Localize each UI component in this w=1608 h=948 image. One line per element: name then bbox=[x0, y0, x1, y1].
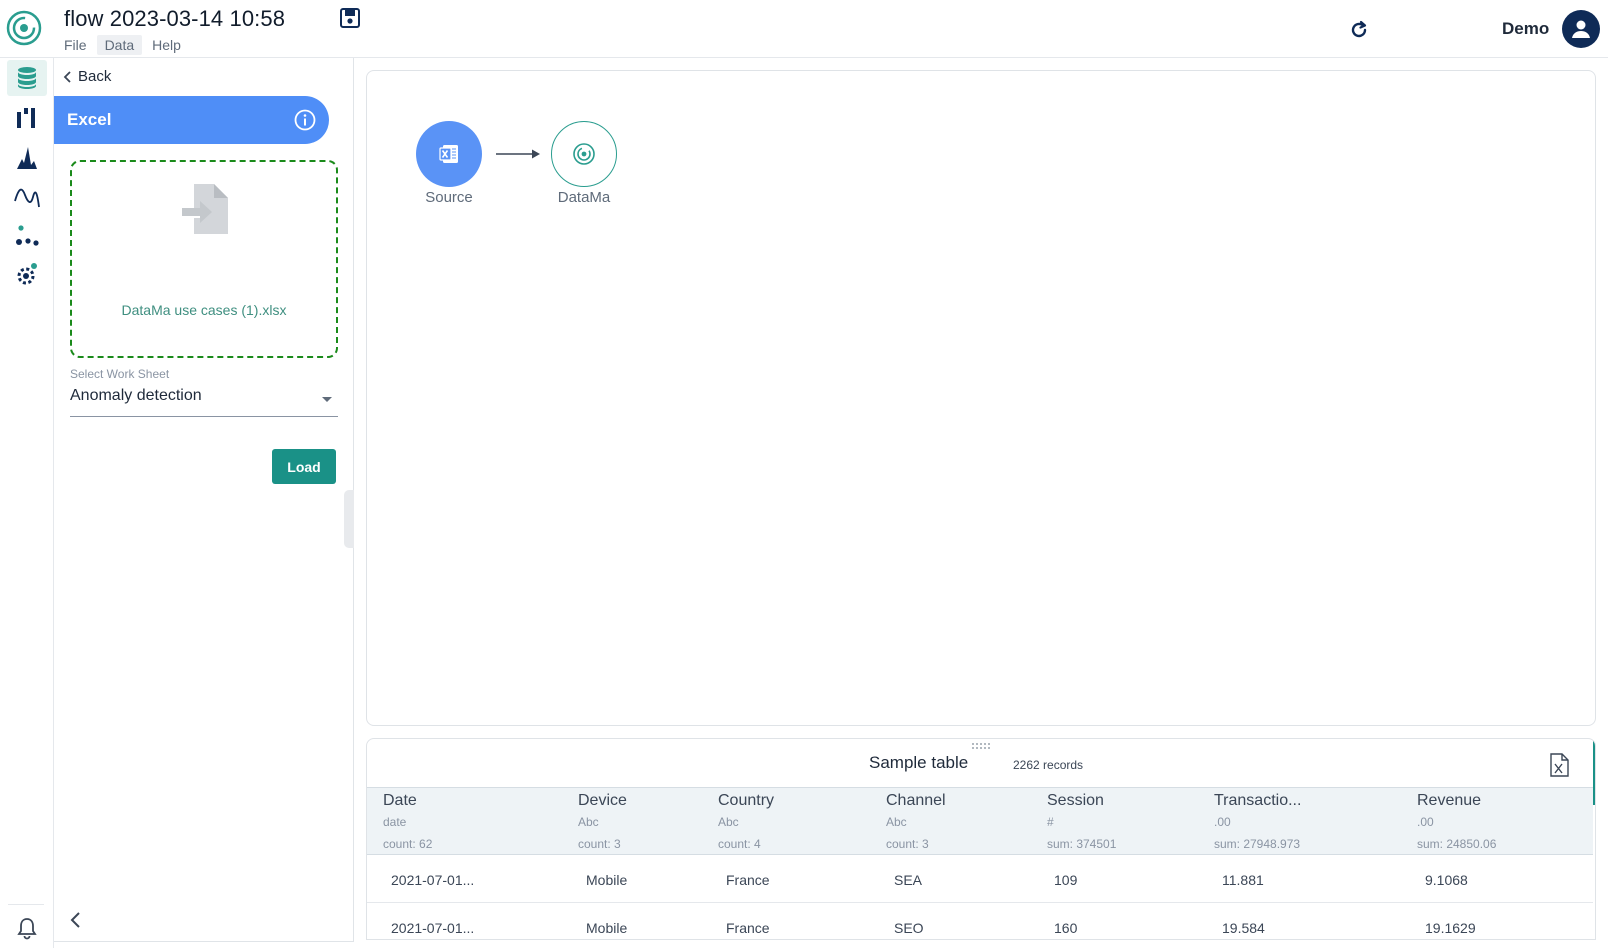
user-icon bbox=[1572, 20, 1590, 38]
histogram-icon bbox=[17, 147, 37, 169]
cluster-icon bbox=[16, 225, 39, 246]
flow-edge-arrow bbox=[496, 149, 540, 159]
sample-table-panel: Sample table 2262 records Date date coun… bbox=[366, 738, 1596, 940]
worksheet-select[interactable]: Anomaly detection bbox=[70, 381, 338, 417]
table-cell: Mobile bbox=[586, 920, 628, 936]
datama-icon bbox=[573, 143, 595, 165]
table-cell: 11.881 bbox=[1222, 872, 1264, 888]
column-type: .00 bbox=[1214, 815, 1231, 829]
menu-bar: File Data Help bbox=[56, 35, 189, 55]
flow-node-source[interactable] bbox=[416, 121, 482, 187]
table-row[interactable]: 2021-07-01... Mobile France SEO 160 19.5… bbox=[367, 904, 1593, 939]
worksheet-label: Select Work Sheet bbox=[70, 367, 170, 381]
column-stat: count: 3 bbox=[578, 837, 621, 851]
table-cell: 19.584 bbox=[1222, 920, 1265, 936]
rail-trend-button[interactable] bbox=[7, 178, 47, 214]
column-type: Abc bbox=[886, 815, 907, 829]
table-cell: 109 bbox=[1054, 872, 1078, 888]
column-type: .00 bbox=[1417, 815, 1434, 829]
source-header: Excel bbox=[54, 96, 329, 144]
chevron-left-icon bbox=[63, 70, 71, 83]
rail-notifications-button[interactable] bbox=[7, 910, 47, 946]
user-name[interactable]: Demo bbox=[1502, 19, 1549, 39]
back-label: Back bbox=[78, 68, 112, 85]
trend-icon bbox=[14, 188, 40, 208]
column-type: Abc bbox=[578, 815, 599, 829]
caret-down-icon bbox=[322, 397, 332, 402]
datama-logo-icon[interactable] bbox=[6, 10, 42, 46]
sample-table-title: Sample table bbox=[869, 753, 969, 772]
table-cell: 19.1629 bbox=[1425, 920, 1476, 936]
save-icon[interactable] bbox=[339, 7, 361, 29]
file-dropzone[interactable]: DataMa use cases (1).xlsx bbox=[70, 160, 338, 358]
flow-node-source-label: Source bbox=[425, 189, 473, 206]
panel-resize-handle[interactable] bbox=[344, 490, 354, 548]
column-type: Abc bbox=[718, 815, 739, 829]
column-name: Channel bbox=[886, 792, 946, 809]
table-cell: 9.1068 bbox=[1425, 872, 1468, 888]
back-button[interactable]: Back bbox=[62, 68, 111, 85]
rail-divider bbox=[8, 904, 44, 905]
excel-export-icon[interactable] bbox=[1548, 753, 1570, 777]
worksheet-value: Anomaly detection bbox=[70, 387, 202, 404]
rail-settings-button[interactable] bbox=[7, 256, 47, 292]
rail-data-button[interactable] bbox=[7, 60, 47, 96]
table-cell: 2021-07-01... bbox=[391, 920, 475, 936]
excel-icon bbox=[439, 145, 458, 163]
table-cell: 160 bbox=[1054, 920, 1078, 936]
flow-node-datama[interactable] bbox=[551, 121, 617, 187]
column-type: # bbox=[1047, 815, 1054, 829]
column-name: Session bbox=[1047, 792, 1104, 809]
columns-icon bbox=[17, 108, 35, 128]
file-import-icon bbox=[182, 184, 228, 234]
flow-canvas[interactable]: Source DataMa bbox=[366, 70, 1596, 726]
menu-help[interactable]: Help bbox=[144, 35, 189, 55]
refresh-icon[interactable] bbox=[1348, 19, 1370, 41]
user-avatar[interactable] bbox=[1562, 10, 1600, 48]
table-header: Date date count: 62 Device Abc count: 3 … bbox=[367, 787, 1593, 855]
column-stat: sum: 27948.973 bbox=[1214, 837, 1301, 851]
table-cell: 2021-07-01... bbox=[391, 872, 475, 888]
rail-distribution-button[interactable] bbox=[7, 140, 47, 176]
record-count: 2262 records bbox=[1013, 758, 1084, 772]
source-config-panel: Back Excel DataMa use cases (1).xlsx Sel… bbox=[54, 58, 354, 942]
header: flow 2023-03-14 10:58 File Data Help Dem… bbox=[0, 0, 1608, 58]
gear-icon bbox=[17, 263, 37, 285]
info-icon[interactable] bbox=[293, 108, 317, 132]
table-row[interactable]: 2021-07-01... Mobile France SEA 109 11.8… bbox=[367, 856, 1593, 903]
column-stat: count: 4 bbox=[718, 837, 761, 851]
source-title: Excel bbox=[67, 110, 112, 129]
app-window: flow 2023-03-14 10:58 File Data Help Dem… bbox=[0, 0, 1608, 948]
table-cell: SEO bbox=[894, 920, 924, 936]
column-stat: count: 62 bbox=[383, 837, 433, 851]
drag-handle-icon[interactable] bbox=[971, 742, 991, 750]
database-icon bbox=[18, 67, 36, 89]
column-name: Date bbox=[383, 792, 417, 809]
uploaded-file-name: DataMa use cases (1).xlsx bbox=[121, 302, 287, 318]
table-cell: France bbox=[726, 920, 770, 936]
chevron-left-icon[interactable] bbox=[66, 910, 86, 930]
left-rail bbox=[0, 58, 54, 948]
column-name: Transactio... bbox=[1214, 792, 1302, 809]
table-cell: SEA bbox=[894, 872, 923, 888]
menu-data[interactable]: Data bbox=[96, 35, 143, 55]
column-name: Device bbox=[578, 792, 627, 809]
rail-cluster-button[interactable] bbox=[7, 218, 47, 254]
menu-file[interactable]: File bbox=[56, 35, 95, 55]
bell-icon bbox=[17, 918, 37, 940]
flow-node-datama-label: DataMa bbox=[557, 189, 611, 206]
column-stat: sum: 374501 bbox=[1047, 837, 1117, 851]
table-cell: Mobile bbox=[586, 872, 628, 888]
column-type: date bbox=[383, 815, 407, 829]
column-name: Country bbox=[718, 792, 775, 809]
column-stat: count: 3 bbox=[886, 837, 929, 851]
table-accent-bar bbox=[1593, 739, 1595, 805]
rail-columns-button[interactable] bbox=[7, 100, 47, 136]
column-name: Revenue bbox=[1417, 792, 1482, 809]
load-button[interactable]: Load bbox=[272, 449, 336, 484]
table-cell: France bbox=[726, 872, 770, 888]
column-stat: sum: 24850.06 bbox=[1417, 837, 1497, 851]
flow-title[interactable]: flow 2023-03-14 10:58 bbox=[64, 6, 285, 32]
